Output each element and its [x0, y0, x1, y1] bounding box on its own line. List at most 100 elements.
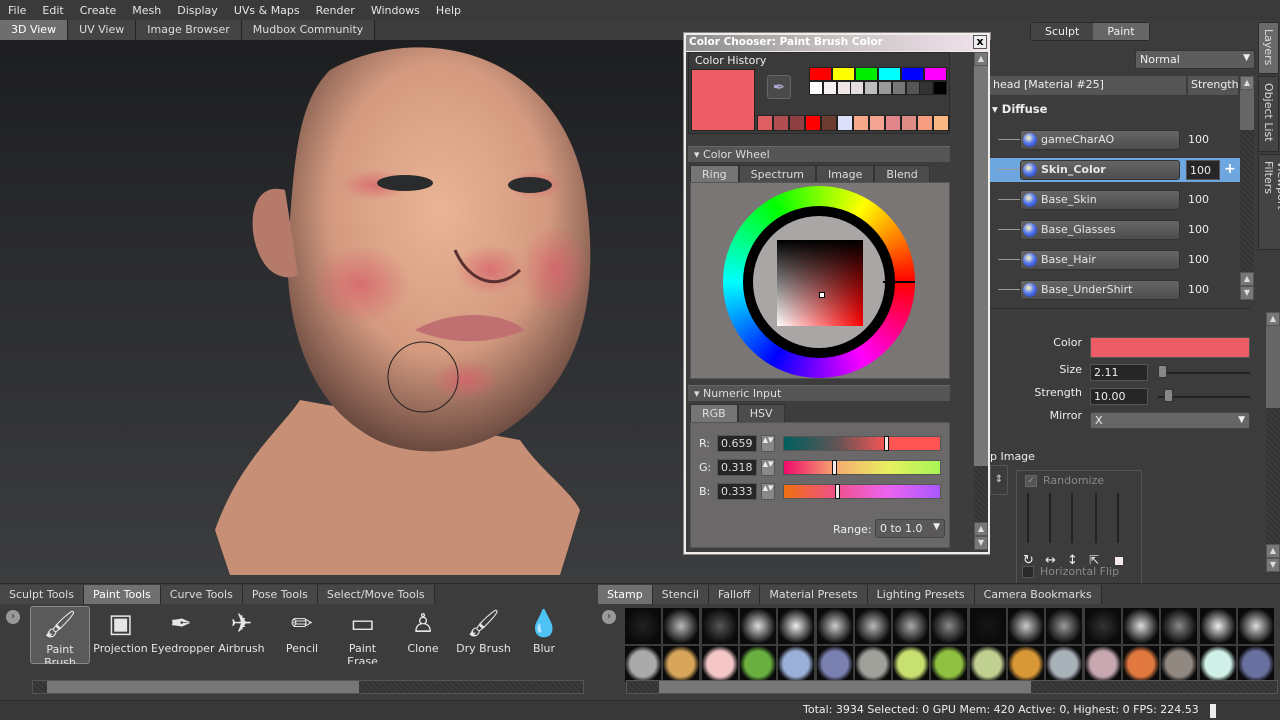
saturation-value-square[interactable] [777, 240, 863, 326]
stamp-thumbnail[interactable] [1008, 646, 1044, 682]
slider-thumb[interactable] [834, 484, 840, 499]
spinner-arrows-icon[interactable]: ▲▼ [761, 483, 775, 500]
history-swatch[interactable] [773, 115, 789, 131]
gray-swatch[interactable] [850, 81, 865, 95]
scroll-thumb[interactable] [659, 681, 1031, 693]
gray-swatch[interactable] [919, 81, 934, 95]
layer-strength[interactable]: 100 [1188, 133, 1209, 146]
stamp-thumbnail[interactable] [931, 608, 968, 644]
history-swatch[interactable] [757, 115, 773, 131]
stamp-thumbnail[interactable] [1046, 608, 1083, 644]
tab-pose-tools[interactable]: Pose Tools [242, 585, 318, 604]
menu-windows[interactable]: Windows [363, 4, 428, 17]
channel-g-input[interactable]: 0.318 [717, 459, 757, 476]
eyedropper-icon[interactable]: ✒ [767, 75, 791, 99]
mirror-dropdown[interactable]: X ▼ [1090, 412, 1250, 429]
stamp-thumbnail[interactable] [969, 608, 1006, 644]
stamp-thumbnail[interactable] [854, 646, 891, 682]
channel-r-slider[interactable] [783, 436, 941, 451]
range-dropdown[interactable]: 0 to 1.0 ▼ [875, 519, 945, 538]
channel-diffuse[interactable]: ▾ Diffuse [992, 102, 1047, 116]
tab-hsv[interactable]: HSV [737, 404, 785, 423]
menu-file[interactable]: File [0, 4, 34, 17]
color-chooser-scrollbar[interactable]: ▲ ▲ ▼ [974, 52, 988, 550]
randomize-checkbox[interactable]: ✓ [1025, 475, 1037, 487]
tab-lighting-presets[interactable]: Lighting Presets [867, 585, 975, 604]
stamp-thumbnail[interactable] [663, 646, 700, 682]
expand-shelf-icon[interactable]: › [6, 610, 20, 624]
menu-display[interactable]: Display [169, 4, 226, 17]
stamp-thumbnail[interactable] [1046, 646, 1083, 682]
menu-edit[interactable]: Edit [34, 4, 71, 17]
gray-swatch[interactable] [891, 81, 906, 95]
history-swatch[interactable] [933, 115, 949, 131]
scroll-down-button[interactable]: ▼ [1240, 286, 1254, 300]
history-swatch[interactable] [789, 115, 805, 131]
gray-swatch[interactable] [905, 81, 920, 95]
history-swatch[interactable] [917, 115, 933, 131]
color-chooser-title[interactable]: Color Chooser: Paint Brush Color [686, 35, 988, 51]
stamp-thumbnail[interactable] [1199, 608, 1236, 644]
tool-eyedropper[interactable]: ✒ Eyedropper [151, 606, 214, 664]
stamp-thumbnail[interactable] [1122, 646, 1159, 682]
gray-swatch[interactable] [822, 81, 837, 95]
rand-slider[interactable] [1117, 493, 1119, 543]
palette-swatch[interactable] [832, 67, 855, 81]
tab-stencil[interactable]: Stencil [652, 585, 709, 604]
stamp-thumbnail[interactable] [701, 646, 738, 682]
palette-swatch[interactable] [855, 67, 878, 81]
gray-swatch[interactable] [836, 81, 851, 95]
scroll-thumb[interactable] [47, 681, 359, 693]
size-slider-handle[interactable] [1158, 365, 1167, 378]
color-square-icon[interactable] [1115, 557, 1123, 565]
history-swatch[interactable] [853, 115, 869, 131]
layer-row[interactable]: Skin_Color +100 [990, 158, 1240, 182]
palette-swatch[interactable] [901, 67, 924, 81]
expand-stamp-icon[interactable]: › [602, 610, 616, 624]
stamp-thumbnail[interactable] [816, 646, 853, 682]
stamp-thumbnail[interactable] [1161, 646, 1198, 682]
tool-paint-brush[interactable]: 🖌 Paint Brush [30, 606, 90, 664]
stamp-thumbnail[interactable] [1237, 646, 1274, 682]
scroll-up-button-bottom[interactable]: ▲ [1240, 272, 1254, 286]
stamps-scrollbar[interactable] [626, 680, 1278, 694]
stamp-thumbnail[interactable] [1008, 608, 1044, 644]
scroll-down-button[interactable]: ▼ [974, 536, 988, 550]
layer-name-button[interactable]: Base_Glasses [1020, 220, 1180, 240]
tab-uv-view[interactable]: UV View [68, 20, 137, 40]
brush-color-swatch[interactable] [1090, 337, 1250, 358]
history-swatch[interactable] [901, 115, 917, 131]
scroll-up-button[interactable]: ▲ [974, 52, 988, 66]
sort-icon[interactable]: ⇕ [990, 465, 1008, 495]
numeric-input-header[interactable]: ▾ Numeric Input [688, 385, 950, 401]
gray-swatch[interactable] [878, 81, 892, 95]
tab-select-move-tools[interactable]: Select/Move Tools [317, 585, 435, 604]
scroll-thumb[interactable] [974, 66, 988, 466]
tab-3d-view[interactable]: 3D View [0, 20, 69, 40]
tab-viewport-filters[interactable]: Viewport Filters [1258, 154, 1280, 250]
rand-slider[interactable] [1071, 493, 1073, 543]
layer-name-button[interactable]: Base_Hair [1020, 250, 1180, 270]
layer-name-button[interactable]: Base_UnderShirt [1020, 280, 1180, 300]
stamp-thumbnail[interactable] [1084, 646, 1121, 682]
tab-image-browser[interactable]: Image Browser [136, 20, 242, 40]
gray-swatch[interactable] [864, 81, 879, 95]
layer-name-button[interactable]: gameCharAO [1020, 130, 1180, 150]
size-input[interactable]: 2.11 [1090, 364, 1148, 381]
gray-swatch[interactable] [809, 81, 823, 95]
layer-scrollbar[interactable]: ▲ ▲ ▼ [1240, 76, 1254, 300]
slider-thumb[interactable] [884, 436, 890, 451]
layer-strength[interactable]: 100 [1186, 160, 1220, 180]
stamp-thumbnail[interactable] [893, 608, 930, 644]
palette-swatch[interactable] [924, 67, 947, 81]
tab-object-list[interactable]: Object List [1258, 76, 1279, 152]
tool-blur[interactable]: 💧 Blur [514, 606, 574, 664]
tab-paint-tools[interactable]: Paint Tools [83, 585, 161, 604]
slider-thumb[interactable] [832, 460, 838, 475]
stamp-thumbnail[interactable] [893, 646, 930, 682]
spinner-arrows-icon[interactable]: ▲▼ [761, 459, 775, 476]
tab-camera-bookmarks[interactable]: Camera Bookmarks [974, 585, 1102, 604]
history-swatch[interactable] [805, 115, 821, 131]
layer-row[interactable]: Base_UnderShirt 100 [990, 278, 1240, 302]
tool-airbrush[interactable]: ✈ Airbrush [212, 606, 272, 664]
